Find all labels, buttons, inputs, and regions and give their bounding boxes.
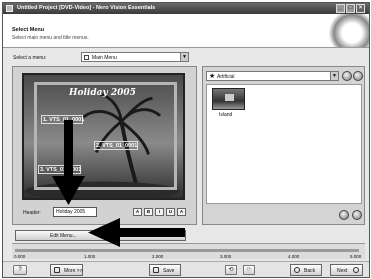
timeline-track[interactable] (15, 249, 359, 252)
template-list: Island (206, 84, 362, 204)
more-icon (54, 267, 60, 273)
timeline-tick: 0.000 (14, 254, 26, 259)
more-button-label: More >> (64, 268, 83, 274)
app-icon (6, 5, 13, 12)
menu-select-value: Main Menu (92, 55, 117, 61)
page-title: Select Menu (12, 27, 45, 33)
app-window: Untitled Project [DVD-Video] - Nero Visi… (2, 2, 370, 278)
preview-chapter-button[interactable]: 1. VTS_01_0001 (43, 117, 84, 123)
font-style-button[interactable]: A (133, 208, 142, 216)
back-button-label: Back (304, 268, 316, 274)
bottom-toolbar: ? More >> Save ⟲ ⟳ Back Next (3, 261, 369, 277)
back-button[interactable]: Back (290, 264, 322, 276)
chevron-down-icon: ▼ (180, 53, 188, 61)
save-button[interactable]: Save (149, 264, 181, 276)
next-arrow-icon (353, 267, 359, 273)
bold-button[interactable]: B (144, 208, 153, 216)
italic-button[interactable]: I (155, 208, 164, 216)
page-header: Select Menu Select main menu and title m… (3, 14, 369, 48)
timeline-tick: 2.000 (152, 254, 164, 259)
edit-menu-button[interactable]: Edit Menu... (15, 230, 186, 241)
more-button[interactable]: More >> (50, 264, 83, 276)
close-button[interactable]: × (356, 4, 365, 13)
timeline-tick: 1.000 (84, 254, 96, 259)
timeline-tick: 5.000 (350, 254, 362, 259)
info-icon[interactable] (339, 210, 349, 220)
next-button-label: Next (337, 268, 348, 274)
menu-preview[interactable]: Holiday 2005 1. VTS_01_0001 2. VTS_01_00… (22, 73, 185, 200)
underline-button[interactable]: U (166, 208, 175, 216)
back-arrow-icon (294, 267, 300, 273)
template-category-dropdown[interactable]: ★ Artificial ▼ (206, 71, 339, 81)
maximize-button[interactable]: □ (346, 4, 355, 13)
preview-heading-text[interactable]: Holiday 2005 (69, 88, 136, 98)
page-subtitle: Select main menu and title menus. (12, 35, 89, 41)
select-menu-label: Select a menu: (13, 55, 47, 61)
star-icon: ★ (209, 73, 216, 80)
timeline-tick: 3.000 (220, 254, 232, 259)
title-bar: Untitled Project [DVD-Video] - Nero Visi… (3, 3, 369, 14)
template-add-icon[interactable] (342, 71, 352, 81)
more-options-icon[interactable] (352, 210, 362, 220)
menu-page-icon (84, 55, 89, 60)
timeline[interactable]: 0.000 1.000 2.000 3.000 4.000 5.000 (12, 243, 365, 259)
font-color-button[interactable]: A (177, 208, 186, 216)
preview-chapter-button[interactable]: 2. VTS_01_0001 (96, 143, 137, 149)
template-panel: ★ Artificial ▼ Island (202, 66, 365, 225)
menu-select-dropdown[interactable]: Main Menu ▼ (81, 52, 189, 62)
edit-menu-label: Edit Menu... (50, 233, 77, 239)
header-field-label: Header: (23, 210, 41, 216)
window-title: Untitled Project [DVD-Video] - Nero Visi… (17, 5, 156, 11)
save-icon (153, 267, 159, 273)
undo-icon[interactable]: ⟲ (225, 265, 237, 275)
timeline-tick: 4.000 (288, 254, 300, 259)
redo-icon[interactable]: ⟳ (243, 265, 255, 275)
thumbnail-window-icon (225, 94, 234, 101)
save-button-label: Save (163, 268, 175, 274)
template-settings-icon[interactable] (353, 71, 363, 81)
menu-preview-panel: Holiday 2005 1. VTS_01_0001 2. VTS_01_00… (12, 66, 197, 225)
preview-chapter-button[interactable]: 3. VTS_01_0001 (40, 167, 81, 173)
template-thumbnail-label: Island (219, 112, 233, 118)
header-decoration-icon (329, 14, 369, 47)
help-icon[interactable]: ? (13, 265, 27, 275)
template-category-value: Artificial (217, 74, 235, 80)
minimize-button[interactable]: _ (336, 4, 345, 13)
header-text-input[interactable]: Holiday 2005 (53, 207, 97, 217)
next-button[interactable]: Next (330, 264, 363, 276)
chevron-down-icon: ▼ (330, 72, 338, 80)
template-thumbnail[interactable] (212, 88, 245, 110)
